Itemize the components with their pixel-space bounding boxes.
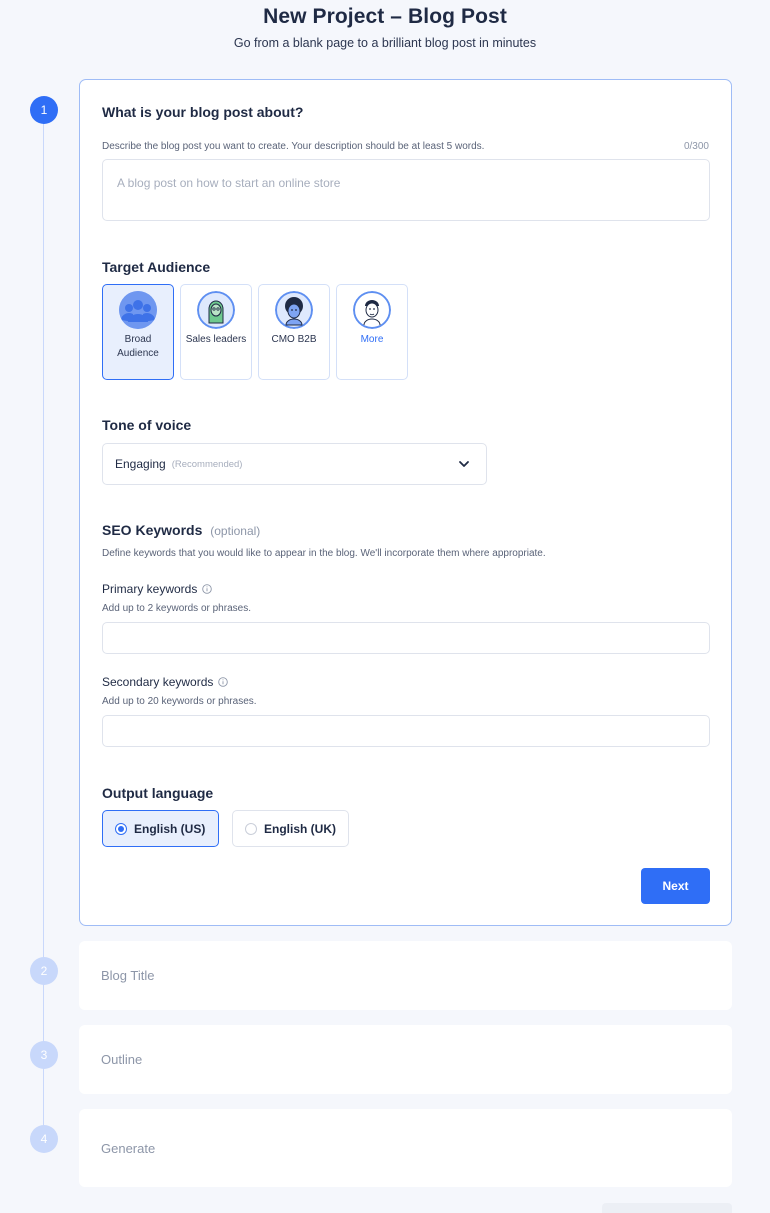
primary-keywords-input[interactable] bbox=[102, 622, 710, 654]
step-4-indicator: 4 bbox=[30, 1125, 58, 1153]
step-3-card[interactable]: Outline bbox=[79, 1025, 732, 1094]
seo-optional: (optional) bbox=[210, 524, 261, 538]
secondary-keywords-label: Secondary keywords bbox=[102, 675, 229, 689]
step-4-label: Generate bbox=[101, 1140, 156, 1156]
secondary-keywords-input[interactable] bbox=[102, 715, 710, 747]
tone-select[interactable]: Engaging (Recommended) bbox=[102, 443, 487, 485]
cmo-avatar-icon bbox=[275, 291, 313, 329]
step-3-label: Outline bbox=[101, 1052, 143, 1067]
radio-selected-icon bbox=[115, 822, 127, 835]
audience-label: More bbox=[360, 334, 384, 345]
primary-keywords-label: Primary keywords bbox=[102, 582, 213, 596]
language-label: English (UK) bbox=[264, 821, 336, 836]
audience-label: Broad Audience bbox=[117, 334, 159, 359]
seo-title: SEO Keywords (optional) bbox=[102, 522, 260, 538]
tone-recommended: (Recommended) bbox=[171, 458, 243, 470]
audience-title: Target Audience bbox=[102, 259, 211, 275]
group-avatar-icon bbox=[119, 291, 157, 329]
page-subtitle: Go from a blank page to a brilliant blog… bbox=[233, 36, 537, 50]
step-2-card[interactable]: Blog Title bbox=[79, 941, 732, 1010]
audience-label: Sales leaders bbox=[185, 334, 247, 345]
page-header: New Project – Blog Post Go from a blank … bbox=[0, 0, 770, 50]
language-option-us[interactable]: English (US) bbox=[102, 810, 219, 847]
step-1-indicator: 1 bbox=[30, 96, 58, 124]
tone-value: Engaging bbox=[115, 457, 166, 471]
about-textarea[interactable]: A blog post on how to start an online st… bbox=[102, 159, 710, 221]
step-1-card: What is your blog post about? Describe t… bbox=[79, 79, 732, 926]
next-button[interactable]: Next bbox=[641, 868, 710, 904]
audience-option-cmo[interactable]: CMO B2B bbox=[258, 284, 330, 380]
language-option-uk[interactable]: English (UK) bbox=[232, 810, 349, 847]
audience-label: CMO B2B bbox=[271, 334, 317, 345]
step-4-card[interactable]: Generate bbox=[79, 1109, 732, 1187]
language-title: Output language bbox=[102, 785, 214, 801]
audience-option-more[interactable]: More bbox=[336, 284, 408, 380]
tone-title: Tone of voice bbox=[102, 417, 192, 433]
info-icon[interactable] bbox=[218, 677, 229, 687]
seo-title-text: SEO Keywords bbox=[102, 522, 203, 538]
about-help: Describe the blog post you want to creat… bbox=[102, 141, 485, 152]
radio-unselected-icon bbox=[245, 822, 257, 835]
primary-keywords-label-text: Primary keywords bbox=[102, 582, 198, 596]
step-3-indicator: 3 bbox=[30, 1041, 58, 1069]
footer-partial-element bbox=[602, 1203, 732, 1213]
step-2-label: Blog Title bbox=[101, 968, 155, 983]
timeline-line bbox=[43, 110, 44, 1140]
audience-option-sales[interactable]: Sales leaders bbox=[180, 284, 252, 380]
about-title: What is your blog post about? bbox=[102, 104, 304, 120]
char-counter: 0/300 bbox=[683, 141, 709, 152]
audience-option-broad[interactable]: Broad Audience bbox=[102, 284, 174, 380]
secondary-keywords-help: Add up to 20 keywords or phrases. bbox=[102, 696, 257, 707]
sales-leader-avatar-icon bbox=[197, 291, 235, 329]
more-avatar-icon bbox=[353, 291, 391, 329]
info-icon[interactable] bbox=[202, 584, 213, 594]
language-label: English (US) bbox=[134, 821, 206, 836]
step-2-indicator: 2 bbox=[30, 957, 58, 985]
seo-help: Define keywords that you would like to a… bbox=[102, 548, 546, 559]
primary-keywords-help: Add up to 2 keywords or phrases. bbox=[102, 603, 251, 614]
secondary-keywords-label-text: Secondary keywords bbox=[102, 675, 214, 689]
chevron-down-icon bbox=[459, 461, 469, 467]
page-title: New Project – Blog Post bbox=[263, 5, 507, 28]
